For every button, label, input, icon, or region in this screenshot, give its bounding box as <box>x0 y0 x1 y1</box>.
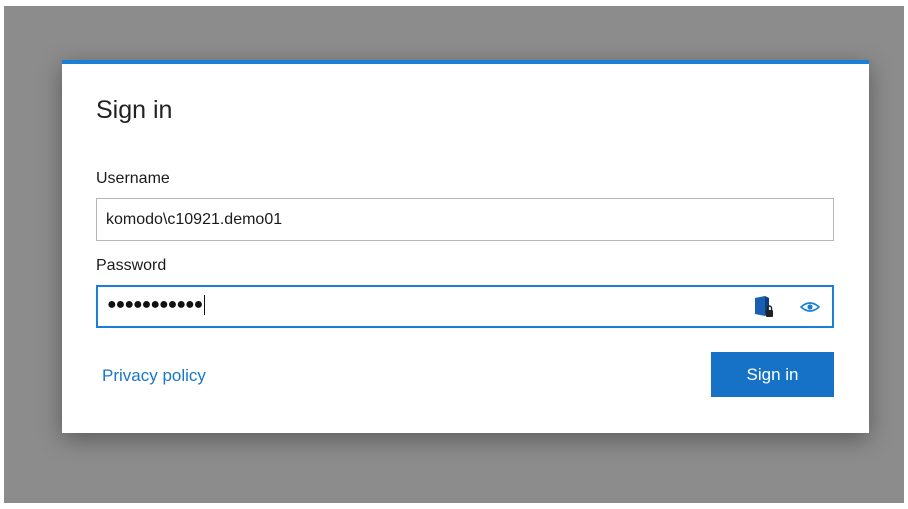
username-label: Username <box>96 170 170 187</box>
dialog-title: Sign in <box>96 96 173 124</box>
username-field[interactable]: komodo\c10921.demo01 <box>96 198 834 241</box>
password-masked-value: ●●●●●●●●●●● <box>107 295 206 315</box>
password-field[interactable]: ●●●●●●●●●●● <box>96 285 834 328</box>
password-manager-key-icon[interactable] <box>752 295 774 319</box>
text-caret <box>204 295 206 315</box>
password-label: Password <box>96 257 167 274</box>
privacy-policy-link[interactable]: Privacy policy <box>102 366 206 386</box>
sign-in-dialog: Sign in Username komodo\c10921.demo01 Pa… <box>62 60 869 433</box>
sign-in-button[interactable]: Sign in <box>711 352 834 397</box>
dialog-accent-bar <box>62 60 869 64</box>
username-value: komodo\c10921.demo01 <box>106 211 283 228</box>
show-password-eye-icon[interactable] <box>800 299 820 315</box>
